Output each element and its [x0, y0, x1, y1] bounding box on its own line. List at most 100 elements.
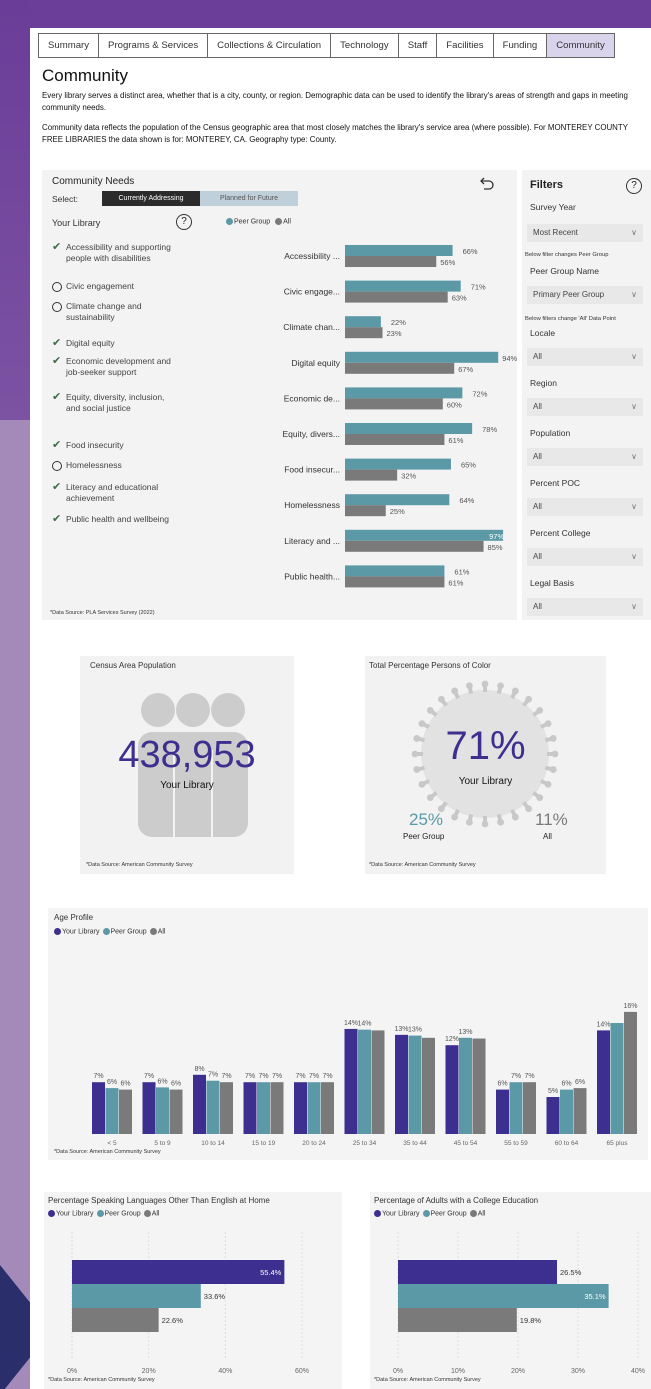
filter-value: All: [533, 402, 542, 411]
age-bar-value: 14%: [344, 1020, 358, 1027]
needs-category-label: Equity, divers...: [283, 429, 340, 439]
age-bar-value: 7%: [272, 1073, 282, 1080]
tab-summary[interactable]: Summary: [38, 33, 99, 58]
age-bar-value: 6%: [120, 1081, 130, 1088]
ring-person-body: [453, 808, 460, 817]
filter-dropdown-percent-poc[interactable]: All ∨: [527, 498, 643, 516]
filter-label-legal-basis: Legal Basis: [530, 578, 574, 588]
h-bar-value: 55.4%: [260, 1268, 282, 1277]
age-bar: [358, 1029, 371, 1134]
age-bar-value: 13%: [458, 1029, 472, 1036]
age-bar: [546, 1097, 560, 1134]
needs-peer-bar: [345, 423, 473, 434]
needs-all-value: 85%: [488, 543, 503, 552]
age-bar-value: 8%: [194, 1066, 204, 1073]
age-bar-value: 7%: [322, 1073, 332, 1080]
age-bar-value: 6%: [561, 1081, 571, 1088]
age-bar-value: 7%: [309, 1073, 319, 1080]
needs-category-label: Economic de...: [284, 393, 340, 403]
age-bar: [395, 1034, 408, 1134]
tab-facilities[interactable]: Facilities: [436, 33, 493, 58]
needs-all-value: 67%: [458, 365, 473, 374]
needs-peer-value: 71%: [471, 283, 486, 292]
tab-technology[interactable]: Technology: [330, 33, 398, 58]
age-bar: [610, 1023, 624, 1134]
axis-tick-label: 10%: [451, 1368, 465, 1375]
poc-sub: Your Library: [458, 776, 513, 787]
tab-bar: Summary Programs & Services Collections & …: [38, 33, 615, 58]
population-value: 438,953: [118, 734, 256, 776]
h-bar: [398, 1284, 609, 1308]
age-category-label: 35 to 44: [403, 1140, 427, 1147]
filter-dropdown-locale[interactable]: All ∨: [527, 348, 643, 366]
age-bar-value: 7%: [295, 1073, 305, 1080]
ring-person-body: [441, 801, 448, 809]
age-bar-value: 7%: [524, 1073, 534, 1080]
filter-dropdown-peer-group-name[interactable]: Primary Peer Group ∨: [527, 286, 643, 304]
age-bar: [156, 1087, 169, 1134]
age-category-label: < 5: [107, 1140, 117, 1147]
age-bar: [92, 1082, 105, 1134]
population-source: *Data Source: American Community Survey: [86, 862, 193, 868]
ring-person-body: [510, 808, 517, 817]
age-category-label: 25 to 34: [353, 1140, 377, 1147]
age-bar: [321, 1082, 334, 1134]
axis-tick-label: 20%: [142, 1368, 156, 1375]
age-bar: [573, 1088, 587, 1134]
population-card: Census Area Population 438,953 Your Libr…: [80, 656, 294, 874]
age-bar-value: 7%: [208, 1072, 218, 1079]
age-bar: [496, 1089, 509, 1134]
filter-value: All: [533, 602, 542, 611]
filter-dropdown-survey-year[interactable]: Most Recent ∨: [527, 224, 643, 242]
filter-value: All: [533, 502, 542, 511]
chevron-down-icon: ∨: [631, 452, 637, 461]
needs-all-value: 32%: [401, 472, 416, 481]
needs-all-bar: [345, 505, 386, 517]
filter-dropdown-region[interactable]: All ∨: [527, 398, 643, 416]
filter-label-region: Region: [530, 378, 557, 388]
needs-peer-value: 65%: [461, 461, 476, 470]
needs-peer-value: 78%: [482, 425, 497, 434]
chevron-down-icon: ∨: [631, 228, 637, 237]
needs-all-value: 63%: [452, 294, 467, 303]
age-bar: [597, 1030, 610, 1134]
age-bar: [560, 1089, 573, 1134]
filters-help-icon[interactable]: ?: [626, 178, 642, 194]
age-bar: [509, 1082, 523, 1134]
axis-tick-label: 0%: [67, 1368, 77, 1375]
filter-value: All: [533, 452, 542, 461]
age-bar: [371, 1030, 385, 1134]
age-bar: [344, 1028, 358, 1134]
chevron-down-icon: ∨: [631, 502, 637, 511]
ring-person-body: [453, 691, 460, 700]
tab-staff[interactable]: Staff: [397, 33, 437, 58]
age-bar: [294, 1082, 307, 1134]
needs-all-bar: [345, 362, 455, 374]
tab-funding[interactable]: Funding: [492, 33, 547, 58]
axis-tick-label: 0%: [393, 1368, 403, 1375]
poc-value: 71%: [445, 724, 526, 768]
intro-text: Every library serves a distinct area, wh…: [42, 90, 647, 146]
needs-peer-bar: [345, 458, 451, 470]
tab-collections-circulation[interactable]: Collections & Circulation: [207, 33, 331, 58]
age-bar-value: 7%: [511, 1073, 521, 1080]
needs-peer-value: 64%: [459, 496, 474, 505]
needs-peer-bar: [345, 529, 504, 541]
age-bar-value: 6%: [107, 1079, 117, 1086]
tab-programs-services[interactable]: Programs & Services: [98, 33, 208, 58]
filters-title: Filters: [530, 179, 564, 191]
needs-all-bar: [345, 576, 445, 588]
needs-all-bar: [345, 398, 443, 410]
age-bar-value: 7%: [93, 1073, 103, 1080]
filter-dropdown-population[interactable]: All ∨: [527, 448, 643, 466]
filter-label-percent-college: Percent College: [530, 528, 591, 538]
needs-all-bar: [345, 469, 398, 481]
age-bar: [243, 1082, 257, 1134]
poc-source: *Data Source: American Community Survey: [369, 862, 476, 868]
age-bar: [472, 1038, 486, 1134]
age-bar-value: 6%: [575, 1079, 585, 1086]
filter-dropdown-legal-basis[interactable]: All ∨: [527, 598, 643, 616]
tab-community[interactable]: Community: [546, 33, 615, 58]
chevron-down-icon: ∨: [631, 552, 637, 561]
filter-dropdown-percent-college[interactable]: All ∨: [527, 548, 643, 566]
